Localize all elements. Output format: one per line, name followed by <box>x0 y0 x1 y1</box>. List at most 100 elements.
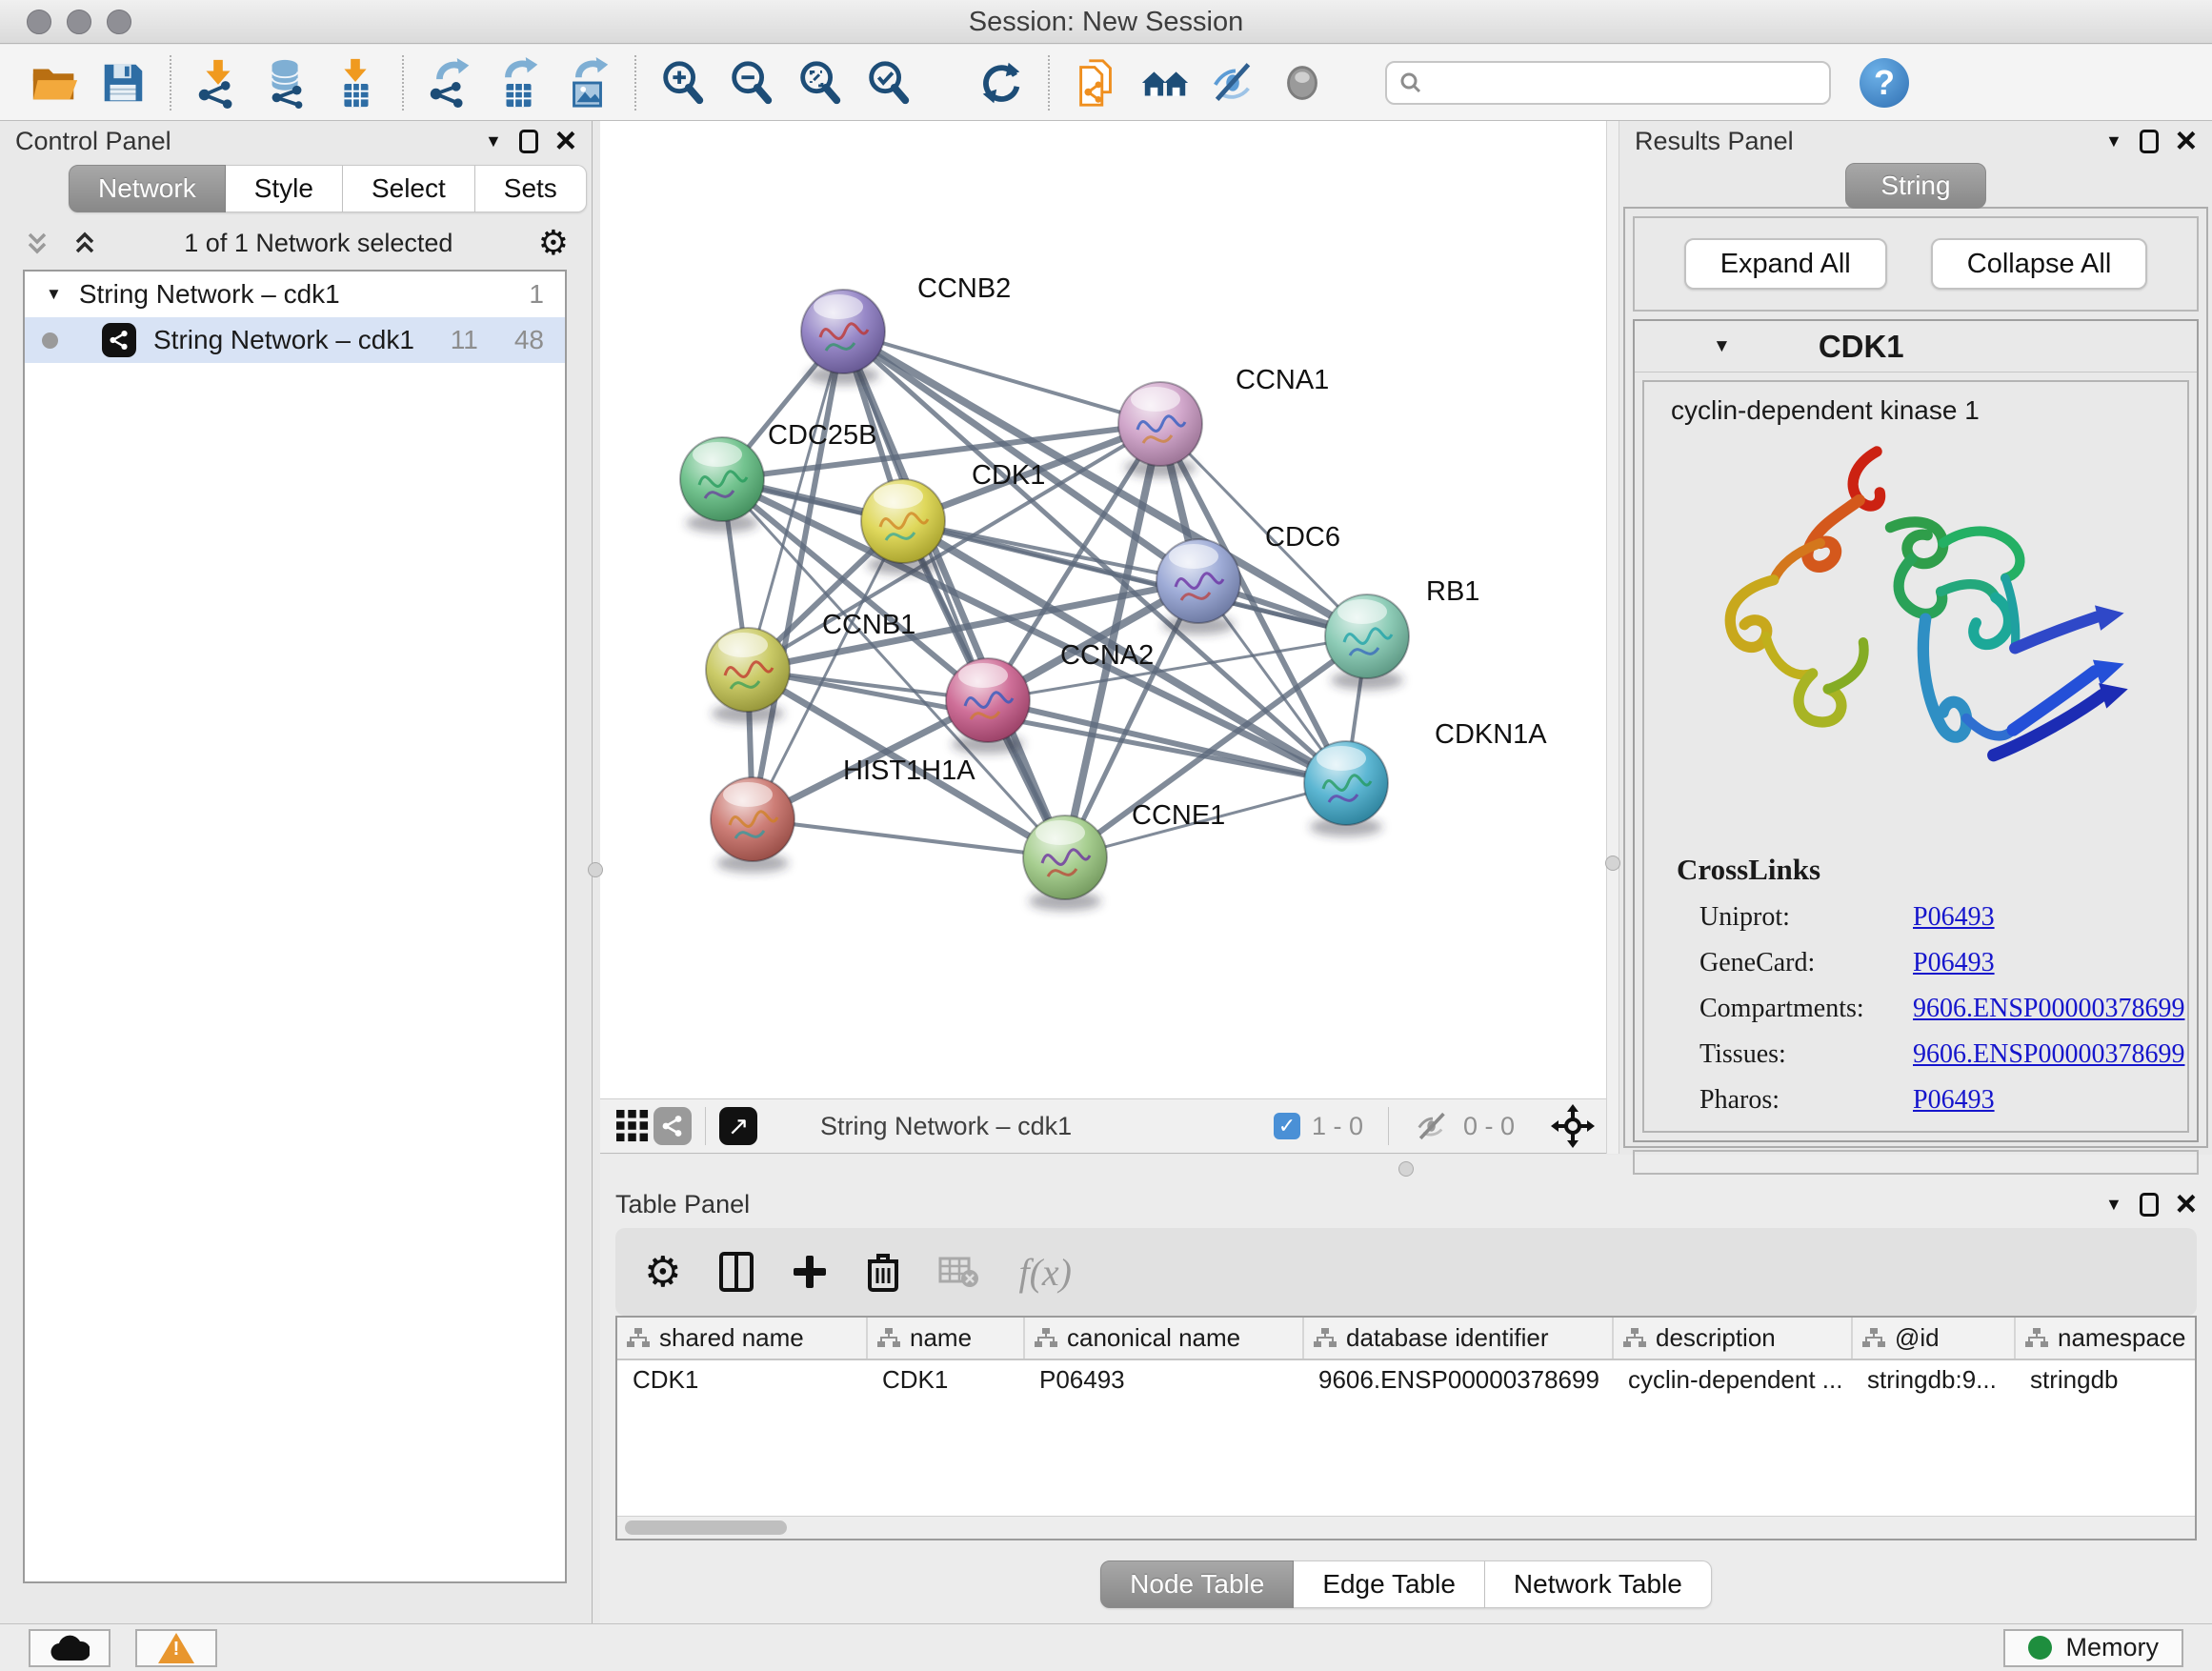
network-collection-row[interactable]: ▼ String Network – cdk1 1 <box>25 272 565 317</box>
refresh-icon <box>975 57 1027 109</box>
crosslink-label: Tissues: <box>1699 1039 1913 1070</box>
collapse-all-chevron-icon[interactable] <box>23 229 51 257</box>
tab-style[interactable]: Style <box>226 165 343 212</box>
crosslinks-title: CrossLinks <box>1677 853 2187 887</box>
memory-button[interactable]: Memory <box>2003 1629 2183 1667</box>
column-header-canonical-name[interactable]: canonical name <box>1024 1318 1303 1359</box>
show-columns-icon[interactable] <box>719 1252 754 1292</box>
panel-float-icon[interactable] <box>2140 130 2159 153</box>
panel-close-icon[interactable]: × <box>2176 129 2197 153</box>
zoom-in-button[interactable] <box>654 52 713 113</box>
question-icon: ? <box>1874 63 1895 103</box>
import-table-button[interactable] <box>326 52 385 113</box>
grid-icon <box>616 1110 649 1142</box>
export-table-button[interactable] <box>490 52 549 113</box>
splitter-handle[interactable] <box>1398 1161 1414 1177</box>
show-all-button[interactable] <box>1273 52 1332 113</box>
network-row-selected[interactable]: String Network – cdk1 11 48 <box>25 317 565 363</box>
add-column-icon[interactable] <box>792 1254 828 1290</box>
splitter-handle[interactable] <box>1605 856 1620 871</box>
column-header-database-identifier[interactable]: database identifier <box>1303 1318 1613 1359</box>
tab-edge-table[interactable]: Edge Table <box>1294 1560 1485 1608</box>
panel-menu-icon[interactable]: ▼ <box>485 131 502 151</box>
open-session-button[interactable] <box>25 52 84 113</box>
vertical-splitter[interactable] <box>1606 121 1619 1154</box>
gear-icon[interactable]: ⚙ <box>538 224 569 263</box>
edge-CCNA2-CDKN1A[interactable] <box>988 700 1346 783</box>
zoom-out-button[interactable] <box>722 52 781 113</box>
birdseye-view-button[interactable]: ↗ <box>719 1107 757 1145</box>
collapse-all-button[interactable]: Collapse All <box>1931 238 2148 290</box>
zoom-selected-button[interactable] <box>859 52 918 113</box>
tab-network-table[interactable]: Network Table <box>1485 1560 1712 1608</box>
tab-select[interactable]: Select <box>343 165 475 212</box>
panel-close-icon[interactable]: × <box>555 129 576 153</box>
column-header-id[interactable]: @id <box>1852 1318 2015 1359</box>
share-icon <box>661 1115 684 1137</box>
warnings-button[interactable]: ! <box>135 1629 217 1667</box>
tab-sets[interactable]: Sets <box>475 165 587 212</box>
section-collapse-icon[interactable]: ▼ <box>1713 336 1731 357</box>
column-header-description[interactable]: description <box>1613 1318 1852 1359</box>
expand-all-chevron-icon[interactable] <box>70 229 99 257</box>
search-input[interactable] <box>1385 61 1831 105</box>
table-panel-title: Table Panel <box>615 1190 750 1219</box>
export-network-button[interactable] <box>421 52 480 113</box>
grid-view-button[interactable] <box>612 1105 654 1147</box>
cloud-status-button[interactable] <box>29 1629 111 1667</box>
tab-string[interactable]: String <box>1845 163 1985 209</box>
edge-CCNB2-CCNA1[interactable] <box>843 332 1160 424</box>
expand-all-button[interactable]: Expand All <box>1684 238 1887 290</box>
string-app-button[interactable] <box>1067 52 1126 113</box>
crosslink-row: Tissues:9606.ENSP00000378699 <box>1699 1039 2187 1070</box>
crosslink-link[interactable]: 9606.ENSP00000378699 <box>1913 994 2184 1024</box>
panel-float-icon[interactable] <box>519 130 538 153</box>
column-header-name[interactable]: name <box>867 1318 1024 1359</box>
crosslink-link[interactable]: P06493 <box>1913 1085 1995 1116</box>
tree-expand-icon[interactable]: ▼ <box>46 285 62 304</box>
panel-float-icon[interactable] <box>2140 1193 2159 1217</box>
crosshair-icon[interactable] <box>1551 1104 1595 1148</box>
import-network-button[interactable] <box>189 52 248 113</box>
crosslink-link[interactable]: 9606.ENSP00000378699 <box>1913 1039 2184 1070</box>
refresh-view-button[interactable] <box>972 52 1031 113</box>
column-header-namespace[interactable]: namespace <box>2015 1318 2195 1359</box>
column-header-shared-name[interactable]: shared name <box>617 1318 867 1359</box>
node-table[interactable]: shared namenamecanonical namedatabase id… <box>615 1316 2197 1540</box>
gene-name: CDK1 <box>1819 329 1904 365</box>
panel-close-icon[interactable]: × <box>2176 1192 2197 1217</box>
table-settings-gear-icon[interactable]: ⚙ <box>644 1248 681 1297</box>
help-button[interactable]: ? <box>1860 58 1909 108</box>
tab-node-table[interactable]: Node Table <box>1100 1560 1294 1608</box>
export-image-icon <box>562 57 613 109</box>
selected-checkbox-icon[interactable]: ✓ <box>1274 1113 1300 1139</box>
crosslink-link[interactable]: P06493 <box>1913 902 1995 933</box>
edge-HIST1H1A-CCNE1[interactable] <box>753 819 1065 857</box>
crosslink-label: Compartments: <box>1699 994 1913 1024</box>
table-row[interactable]: CDK1CDK1P064939606.ENSP00000378699cyclin… <box>617 1359 2195 1399</box>
panel-menu-icon[interactable]: ▼ <box>2105 1195 2122 1215</box>
tab-network[interactable]: Network <box>69 165 226 212</box>
hidden-eye-icon <box>1414 1111 1452 1141</box>
first-neighbors-button[interactable] <box>1136 52 1195 113</box>
save-session-button[interactable] <box>93 52 152 113</box>
string-network-icon <box>102 323 136 357</box>
network-canvas[interactable]: CCNB2CCNA1CDC25BCDK1CDC6RB1CCNB1CCNA2CDK… <box>600 121 1606 1098</box>
table-cell: stringdb <box>2015 1359 2195 1399</box>
node-section-header[interactable]: ▼ CDK1 <box>1635 321 2197 372</box>
search-field-wrap <box>1385 61 1831 105</box>
splitter-handle[interactable] <box>588 862 603 877</box>
main-toolbar: ? <box>0 45 2212 121</box>
import-network-from-database-button[interactable] <box>257 52 316 113</box>
scrollbar-thumb[interactable] <box>625 1520 787 1535</box>
export-image-button[interactable] <box>558 52 617 113</box>
delete-column-trash-icon[interactable] <box>866 1252 900 1292</box>
table-horizontal-scrollbar[interactable] <box>617 1516 2195 1539</box>
string-view-button[interactable] <box>654 1107 692 1145</box>
zoom-fit-button[interactable] <box>791 52 850 113</box>
crosslink-link[interactable]: P06493 <box>1913 948 1995 978</box>
hide-selected-button[interactable] <box>1204 52 1263 113</box>
edge-CCNB2-HIST1H1A[interactable] <box>753 332 843 819</box>
panel-menu-icon[interactable]: ▼ <box>2105 131 2122 151</box>
string-network-graph[interactable]: CCNB2CCNA1CDC25BCDK1CDC6RB1CCNB1CCNA2CDK… <box>600 121 1606 1098</box>
